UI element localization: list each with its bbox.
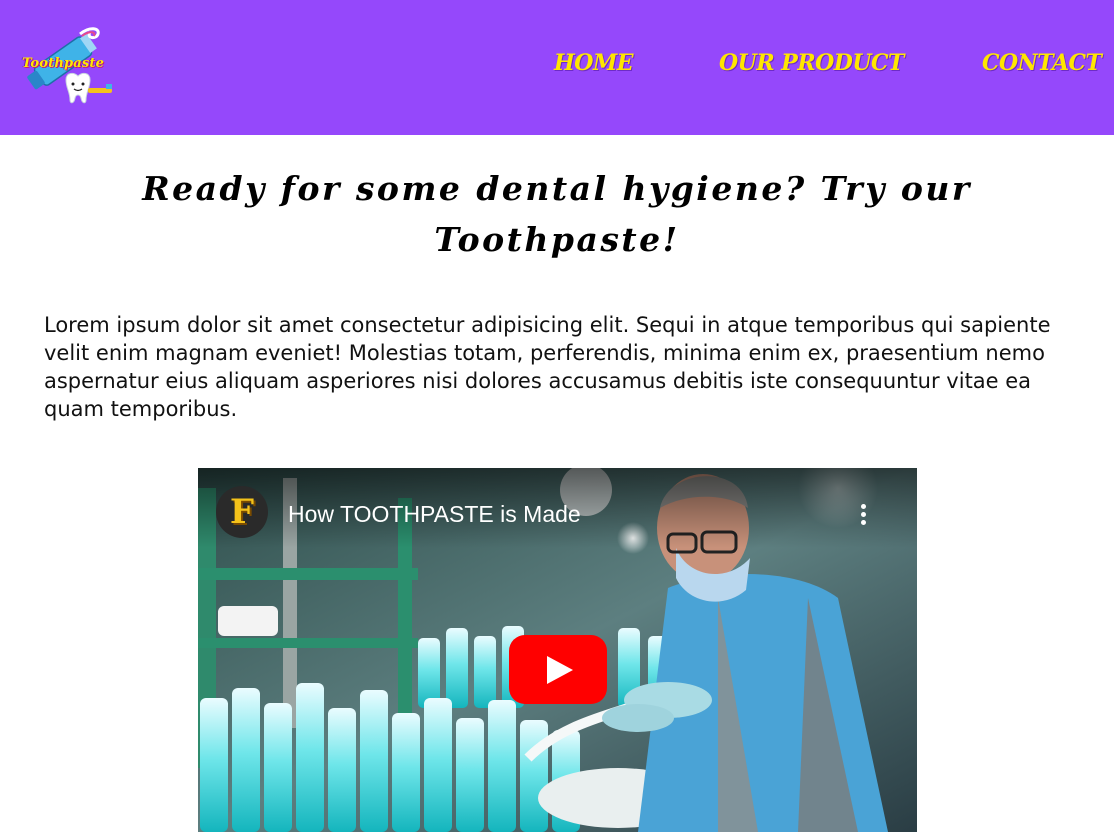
- main-nav: HOME OUR PRODUCT CONTACT: [0, 50, 1114, 80]
- intro-paragraph: Lorem ipsum dolor sit amet consectetur a…: [44, 313, 1051, 421]
- video-embed[interactable]: F How TOOTHPASTE is Made: [198, 468, 917, 832]
- site-header: Toothpaste HOME OUR PRODUCT CONTACT: [0, 0, 1114, 135]
- youtube-play-icon[interactable]: [509, 635, 607, 704]
- page-headline: Ready for some dental hygiene? Try our T…: [142, 169, 972, 259]
- channel-avatar[interactable]: F: [216, 486, 268, 538]
- nav-home-link[interactable]: HOME: [554, 50, 634, 76]
- more-options-icon[interactable]: [853, 502, 873, 530]
- video-title[interactable]: How TOOTHPASTE is Made: [288, 501, 581, 528]
- nav-our-product-link[interactable]: OUR PRODUCT: [719, 50, 904, 76]
- nav-contact-link[interactable]: CONTACT: [982, 50, 1102, 76]
